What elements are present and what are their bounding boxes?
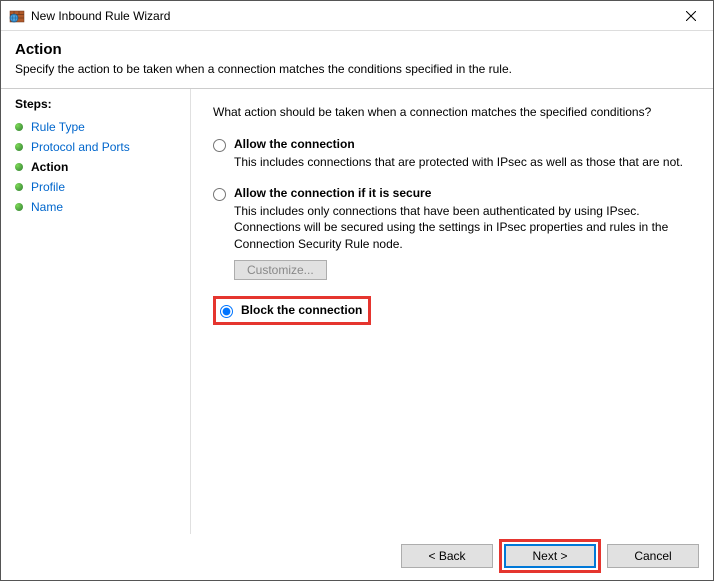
content-panel: What action should be taken when a conne…: [191, 89, 713, 534]
close-icon: [686, 11, 696, 21]
radio-block[interactable]: [220, 305, 233, 318]
option-label: Allow the connection: [234, 137, 355, 151]
highlight-annotation: Block the connection: [213, 296, 371, 325]
step-profile[interactable]: Profile: [15, 177, 180, 197]
firewall-icon: [9, 8, 25, 24]
option-desc: This includes only connections that have…: [234, 203, 691, 252]
customize-button: Customize...: [234, 260, 327, 280]
step-rule-type[interactable]: Rule Type: [15, 117, 180, 137]
step-name[interactable]: Name: [15, 197, 180, 217]
titlebar: New Inbound Rule Wizard: [1, 1, 713, 31]
step-action[interactable]: Action: [15, 157, 180, 177]
page-subtitle: Specify the action to be taken when a co…: [15, 62, 699, 76]
step-protocol-ports[interactable]: Protocol and Ports: [15, 137, 180, 157]
step-label: Rule Type: [31, 120, 85, 134]
window-title: New Inbound Rule Wizard: [31, 9, 668, 23]
option-desc: This includes connections that are prote…: [234, 154, 691, 170]
bullet-icon: [15, 143, 23, 151]
bullet-icon: [15, 123, 23, 131]
bullet-icon: [15, 163, 23, 171]
back-button[interactable]: < Back: [401, 544, 493, 568]
option-label: Block the connection: [241, 303, 362, 317]
wizard-footer: < Back Next > Cancel: [1, 532, 713, 580]
step-label: Protocol and Ports: [31, 140, 130, 154]
step-label: Name: [31, 200, 63, 214]
option-label: Allow the connection if it is secure: [234, 186, 431, 200]
steps-title: Steps:: [15, 97, 180, 111]
bullet-icon: [15, 203, 23, 211]
wizard-body: Steps: Rule Type Protocol and Ports Acti…: [1, 89, 713, 534]
highlight-annotation: Next >: [499, 539, 601, 573]
option-row[interactable]: Allow the connection if it is secure: [213, 186, 691, 201]
option-allow-secure: Allow the connection if it is secure Thi…: [213, 186, 691, 280]
radio-allow-secure[interactable]: [213, 188, 226, 201]
wizard-window: New Inbound Rule Wizard Action Specify t…: [0, 0, 714, 581]
option-row[interactable]: Block the connection: [220, 303, 362, 318]
next-button[interactable]: Next >: [504, 544, 596, 568]
step-label: Action: [31, 160, 68, 174]
steps-sidebar: Steps: Rule Type Protocol and Ports Acti…: [1, 89, 191, 534]
step-label: Profile: [31, 180, 65, 194]
page-title: Action: [15, 41, 699, 58]
radio-allow[interactable]: [213, 139, 226, 152]
bullet-icon: [15, 183, 23, 191]
option-block: Block the connection: [213, 296, 691, 325]
close-button[interactable]: [668, 1, 713, 31]
option-allow: Allow the connection This includes conne…: [213, 137, 691, 170]
cancel-button[interactable]: Cancel: [607, 544, 699, 568]
action-prompt: What action should be taken when a conne…: [213, 105, 691, 119]
option-row[interactable]: Allow the connection: [213, 137, 691, 152]
wizard-header: Action Specify the action to be taken wh…: [1, 31, 713, 82]
